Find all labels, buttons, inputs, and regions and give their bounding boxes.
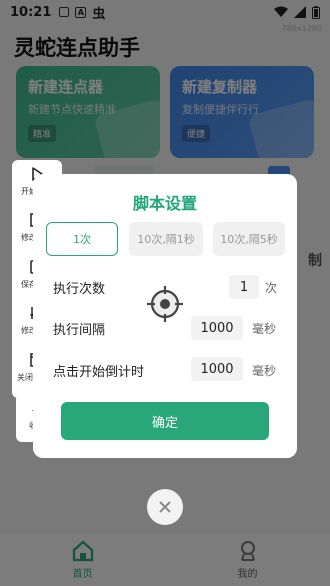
preset-10x-1s[interactable]: 10次,隔1秒 [129, 222, 203, 256]
close-dialog-button[interactable] [147, 489, 183, 525]
interval-input[interactable]: 1000 [191, 316, 243, 340]
close-icon [159, 501, 171, 513]
interval-unit: 毫秒 [252, 322, 277, 336]
preset-10x-5s[interactable]: 10次,隔5秒 [213, 222, 285, 256]
preset-1x[interactable]: 1次 [46, 222, 118, 256]
countdown-input[interactable]: 1000 [191, 357, 243, 381]
confirm-button[interactable]: 确定 [61, 402, 269, 440]
interval-label: 执行间隔 [53, 323, 106, 338]
repeat-count-unit: 次 [265, 281, 278, 295]
repeat-count-label: 执行次数 [53, 282, 106, 297]
crosshair-target-icon[interactable] [147, 286, 183, 322]
dialog-title: 脚本设置 [132, 194, 197, 213]
countdown-label: 点击开始倒计时 [53, 365, 145, 380]
countdown-unit: 毫秒 [252, 364, 277, 378]
repeat-count-input[interactable]: 1 [229, 275, 259, 299]
